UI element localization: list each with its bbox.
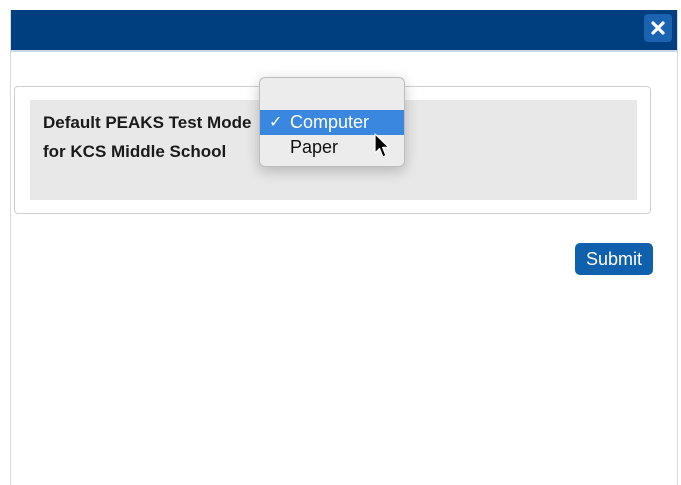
mouse-pointer-icon bbox=[374, 133, 390, 158]
modal-header bbox=[11, 10, 677, 52]
modal-dialog: Default PEAKS Test Mode for KCS Middle S… bbox=[10, 10, 678, 485]
dropdown-option-label: Computer bbox=[290, 112, 370, 132]
close-button[interactable] bbox=[644, 14, 672, 42]
dropdown-option-computer[interactable]: ✓ Computer bbox=[260, 110, 404, 135]
close-icon bbox=[651, 21, 665, 35]
test-mode-label: Default PEAKS Test Mode for KCS Middle S… bbox=[43, 113, 252, 161]
submit-button[interactable]: Submit bbox=[575, 243, 653, 275]
dropdown-option-label: Paper bbox=[290, 137, 339, 157]
checkmark-icon: ✓ bbox=[269, 114, 283, 131]
